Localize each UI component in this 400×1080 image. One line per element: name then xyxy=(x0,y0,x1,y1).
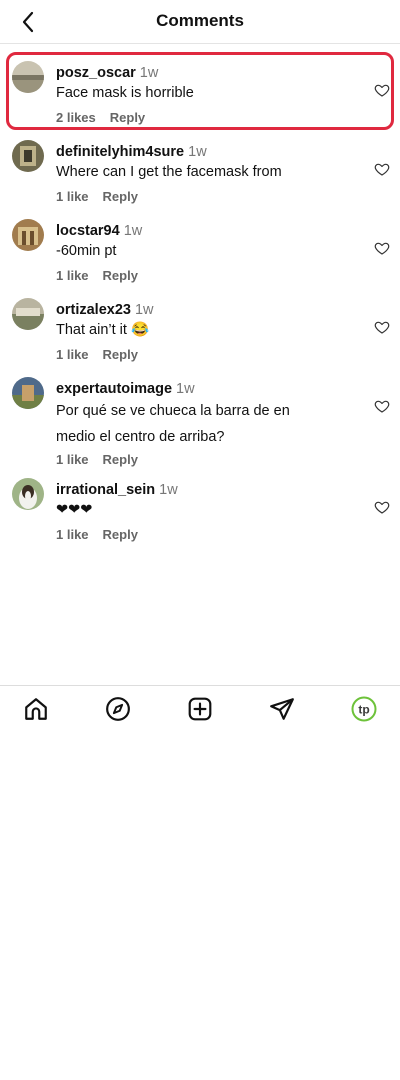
comment-text: ❤❤❤ xyxy=(56,502,93,518)
heart-icon[interactable] xyxy=(374,319,390,335)
comment-text: Por qué se ve chueca la barra de en medi… xyxy=(56,403,290,445)
comment-item: definitelyhim4sure 1w Where can I get the… xyxy=(0,127,400,206)
reply-button[interactable]: Reply xyxy=(110,110,145,125)
comment-username[interactable]: definitelyhim4sure xyxy=(56,144,184,160)
top-bar: Comments xyxy=(0,0,400,44)
likes-count[interactable]: 1 like xyxy=(56,527,89,542)
tab-direct[interactable] xyxy=(268,695,296,723)
comment-timestamp: 1w xyxy=(139,65,159,81)
likes-count[interactable]: 2 likes xyxy=(56,110,96,125)
tab-explore[interactable] xyxy=(104,695,132,723)
comment-timestamp: 1w xyxy=(134,302,154,318)
comment-username[interactable]: posz_oscar xyxy=(56,65,136,81)
avatar[interactable] xyxy=(12,140,44,172)
avatar[interactable] xyxy=(12,61,44,93)
heart-icon[interactable] xyxy=(374,398,390,414)
likes-count[interactable]: 1 like xyxy=(56,347,89,362)
comment-timestamp: 1w xyxy=(176,381,195,397)
avatar[interactable] xyxy=(12,478,44,510)
reply-button[interactable]: Reply xyxy=(103,268,138,283)
avatar[interactable] xyxy=(12,298,44,330)
comment-item: expertautoimage 1w Por qué se ve chueca l… xyxy=(0,364,400,467)
comment-timestamp: 1w xyxy=(159,482,178,498)
tab-create[interactable] xyxy=(186,695,214,723)
explore-compass-icon xyxy=(106,697,130,721)
tab-profile[interactable]: tp xyxy=(350,695,378,723)
comment-item: ortizalex23 1w That ain’t it 😂 1 like Repl… xyxy=(0,285,400,364)
heart-icon[interactable] xyxy=(374,240,390,256)
profile-avatar-icon: tp xyxy=(351,696,377,722)
reply-button[interactable]: Reply xyxy=(103,347,138,362)
direct-send-icon xyxy=(270,698,294,720)
comment-username[interactable]: ortizalex23 xyxy=(56,302,131,318)
heart-icon[interactable] xyxy=(374,82,390,98)
comment-text: Face mask is horrible xyxy=(56,85,194,101)
profile-initials: tp xyxy=(358,703,369,717)
comment-item: posz_oscar 1w Face mask is horrible 2 lik… xyxy=(0,48,400,130)
comment-text: That ain’t it 😂 xyxy=(56,322,150,338)
comment-text: Where can I get the facemask from xyxy=(56,164,282,180)
comment-item: locstar94 1w -60min pt 1 like Reply xyxy=(0,206,400,285)
avatar[interactable] xyxy=(12,377,44,409)
comment-item: irrational_sein 1w ❤❤❤ 1 like Reply xyxy=(0,465,400,544)
comment-username[interactable]: locstar94 xyxy=(56,223,120,239)
comment-username[interactable]: expertautoimage xyxy=(56,381,172,397)
comment-timestamp: 1w xyxy=(123,223,143,239)
heart-icon[interactable] xyxy=(374,161,390,177)
avatar[interactable] xyxy=(12,219,44,251)
page-title: Comments xyxy=(156,11,244,30)
comment-timestamp: 1w xyxy=(188,144,207,160)
likes-count[interactable]: 1 like xyxy=(56,189,89,204)
reply-button[interactable]: Reply xyxy=(103,527,138,542)
heart-icon[interactable] xyxy=(374,499,390,515)
comment-username[interactable]: irrational_sein xyxy=(56,482,155,498)
reply-button[interactable]: Reply xyxy=(103,189,138,204)
comment-list: posz_oscar 1w Face mask is horrible 2 lik… xyxy=(0,48,400,544)
create-plus-icon xyxy=(188,697,212,721)
comment-text: -60min pt xyxy=(56,243,117,259)
likes-count[interactable]: 1 like xyxy=(56,268,89,283)
home-icon xyxy=(25,698,47,720)
bottom-tab-bar: tp xyxy=(0,685,400,731)
tab-home[interactable] xyxy=(22,695,50,723)
